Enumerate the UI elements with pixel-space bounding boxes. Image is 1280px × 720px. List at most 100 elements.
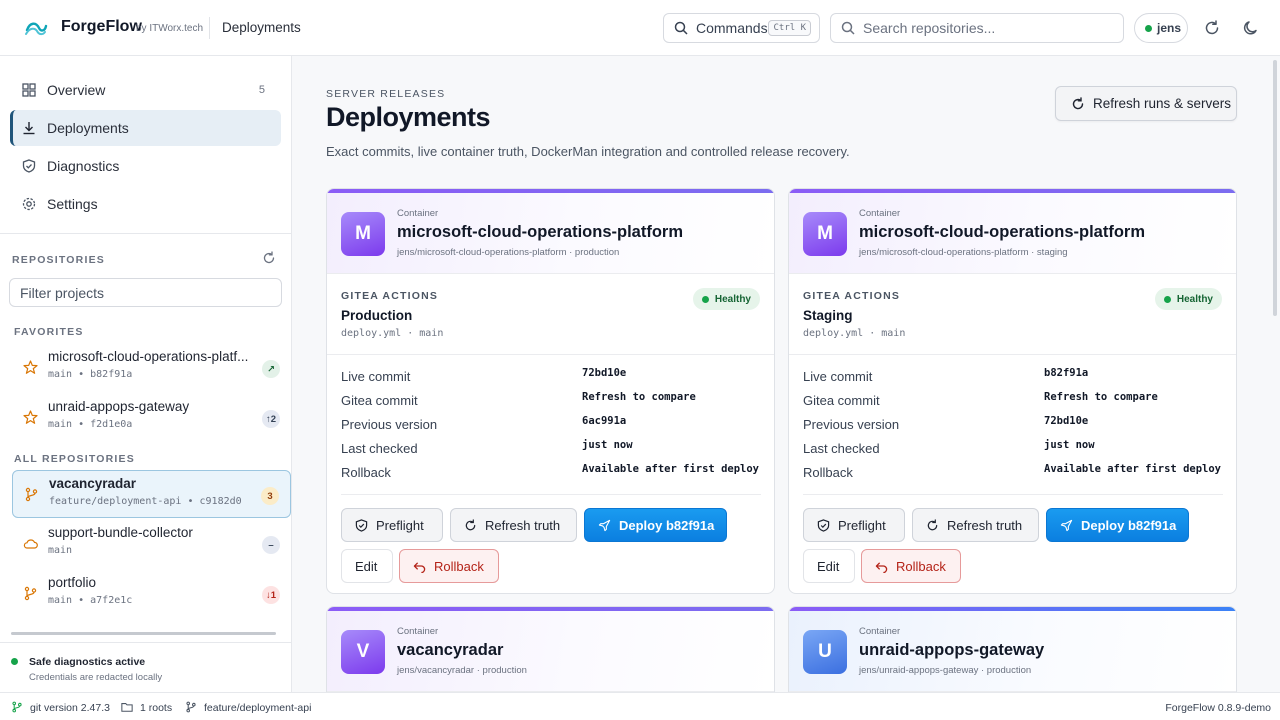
rollback-button[interactable]: Rollback bbox=[861, 549, 961, 583]
moon-icon[interactable] bbox=[1242, 19, 1260, 37]
page-title: Deployments bbox=[326, 102, 491, 132]
environment-name: Staging bbox=[803, 308, 853, 323]
info-key: Last checked bbox=[341, 441, 418, 456]
card-title[interactable]: vacancyradar bbox=[397, 641, 503, 660]
preflight-button[interactable]: Preflight bbox=[803, 508, 905, 542]
info-key: Live commit bbox=[803, 369, 873, 384]
branch-icon bbox=[186, 701, 196, 713]
edit-button[interactable]: Edit bbox=[803, 549, 855, 583]
main-content: SERVER RELEASES Deployments Exact commit… bbox=[292, 56, 1280, 692]
info-row: Live commit b82f91a bbox=[803, 367, 1223, 387]
repo-branch: feature/deployment-api • c9182d0 bbox=[49, 496, 242, 507]
health-label: Healthy bbox=[1176, 293, 1213, 305]
nav-label: Overview bbox=[47, 82, 106, 98]
nav-deployments[interactable]: Deployments bbox=[10, 110, 281, 146]
sidebar-divider bbox=[0, 233, 291, 234]
commands-label: Commands bbox=[696, 20, 768, 36]
refresh-icon[interactable] bbox=[1203, 19, 1221, 37]
info-row: Previous version 6ac991a bbox=[341, 415, 761, 435]
shield-check-icon bbox=[355, 518, 368, 532]
user-menu[interactable]: jens bbox=[1134, 13, 1188, 43]
repo-badge: ↑2 bbox=[261, 410, 280, 428]
repo-item[interactable]: unraid-appops-gateway main • f2d1e0a ↑2 bbox=[12, 394, 291, 442]
info-key: Gitea commit bbox=[803, 393, 880, 408]
card-path: jens/unraid-appops-gateway · production bbox=[859, 665, 1032, 676]
branch-icon bbox=[12, 701, 22, 713]
refresh-runs-label: Refresh runs & servers bbox=[1093, 96, 1232, 111]
logo-icon[interactable] bbox=[24, 17, 48, 39]
info-key: Last checked bbox=[803, 441, 880, 456]
card-header: M Container microsoft-cloud-operations-p… bbox=[327, 193, 774, 274]
info-value: Available after first deploy bbox=[1044, 463, 1222, 475]
refresh-runs-button[interactable]: Refresh runs & servers bbox=[1055, 86, 1237, 121]
preflight-button[interactable]: Preflight bbox=[341, 508, 443, 542]
info-key: Gitea commit bbox=[341, 393, 418, 408]
refresh-icon[interactable] bbox=[262, 251, 276, 265]
info-value: 6ac991a bbox=[582, 415, 627, 427]
actions-label: GITEA ACTIONS bbox=[803, 290, 901, 302]
status-bar: git version 2.47.3 1 roots feature/deplo… bbox=[0, 692, 1280, 720]
card-kind: Container bbox=[859, 208, 901, 219]
sidebar-scrollbar[interactable] bbox=[11, 632, 276, 635]
repositories-heading: REPOSITORIES bbox=[12, 254, 105, 266]
card-title[interactable]: microsoft-cloud-operations-platform bbox=[397, 223, 683, 242]
workflow-file: deploy.yml · main bbox=[803, 328, 906, 339]
rollback-button[interactable]: Rollback bbox=[399, 549, 499, 583]
refresh-truth-button[interactable]: Refresh truth bbox=[912, 508, 1039, 542]
info-value: just now bbox=[1044, 439, 1095, 451]
repo-badge: – bbox=[262, 536, 280, 554]
card-title[interactable]: microsoft-cloud-operations-platform bbox=[859, 223, 1145, 242]
repository-search[interactable] bbox=[830, 13, 1124, 43]
search-input[interactable] bbox=[863, 20, 1103, 36]
repo-item[interactable]: microsoft-cloud-operations-platf... main… bbox=[12, 344, 291, 392]
folder-icon bbox=[121, 703, 133, 712]
deployment-card: U Container unraid-appops-gateway jens/u… bbox=[788, 606, 1237, 692]
info-value: b82f91a bbox=[1044, 367, 1089, 379]
workflow-file: deploy.yml · main bbox=[341, 328, 444, 339]
info-value: 72bd10e bbox=[582, 367, 627, 379]
refresh-truth-button[interactable]: Refresh truth bbox=[450, 508, 577, 542]
git-version: git version 2.47.3 bbox=[30, 702, 110, 714]
deploy-label: Deploy b82f91a bbox=[1081, 517, 1177, 533]
nav-label: Diagnostics bbox=[47, 158, 120, 174]
cloud-icon bbox=[23, 539, 38, 549]
info-row: Gitea commit Refresh to compare bbox=[803, 391, 1223, 411]
container-avatar: V bbox=[341, 630, 385, 674]
commands-shortcut: Ctrl K bbox=[768, 20, 811, 36]
repo-branch: main • a7f2e1c bbox=[48, 595, 133, 606]
card-path: jens/microsoft-cloud-operations-platform… bbox=[859, 247, 1068, 258]
brand-name[interactable]: ForgeFlow bbox=[61, 18, 142, 36]
nav-settings[interactable]: Settings bbox=[10, 186, 281, 222]
repo-item[interactable]: vacancyradar feature/deployment-api • c9… bbox=[12, 470, 291, 518]
roots-count[interactable]: 1 roots bbox=[140, 702, 172, 714]
health-dot bbox=[1163, 295, 1171, 303]
repo-name: portfolio bbox=[48, 575, 97, 590]
nav-label: Settings bbox=[47, 196, 98, 212]
card-path: jens/vacancyradar · production bbox=[397, 665, 527, 676]
edit-button[interactable]: Edit bbox=[341, 549, 393, 583]
info-value: Refresh to compare bbox=[582, 391, 696, 403]
info-value: 72bd10e bbox=[1044, 415, 1089, 427]
status-badge: Healthy bbox=[692, 288, 760, 310]
page-kicker: SERVER RELEASES bbox=[326, 88, 446, 100]
repo-item[interactable]: support-bundle-collector main – bbox=[12, 520, 291, 568]
repo-item[interactable]: portfolio main • a7f2e1c ↓1 bbox=[12, 570, 291, 618]
page-description: Exact commits, live container truth, Doc… bbox=[326, 144, 850, 159]
nav-overview[interactable]: Overview 5 bbox=[10, 72, 281, 108]
current-branch[interactable]: feature/deployment-api bbox=[204, 702, 311, 714]
card-title[interactable]: unraid-appops-gateway bbox=[859, 641, 1044, 660]
main-scrollbar[interactable] bbox=[1273, 60, 1277, 316]
repo-badge: 3 bbox=[261, 487, 279, 505]
card-divider bbox=[327, 354, 774, 355]
star-icon bbox=[23, 410, 38, 424]
undo-icon bbox=[413, 561, 426, 573]
info-row: Rollback Available after first deploy bbox=[803, 463, 1223, 483]
repo-name: vacancyradar bbox=[49, 476, 137, 491]
nav-diagnostics[interactable]: Diagnostics bbox=[10, 148, 281, 184]
commands-button[interactable]: Commands Ctrl K bbox=[663, 13, 820, 43]
deploy-button[interactable]: Deploy b82f91a bbox=[584, 508, 727, 542]
filter-projects-input[interactable] bbox=[9, 278, 282, 307]
deploy-button[interactable]: Deploy b82f91a bbox=[1046, 508, 1189, 542]
info-value: just now bbox=[582, 439, 633, 451]
info-row: Last checked just now bbox=[803, 439, 1223, 459]
